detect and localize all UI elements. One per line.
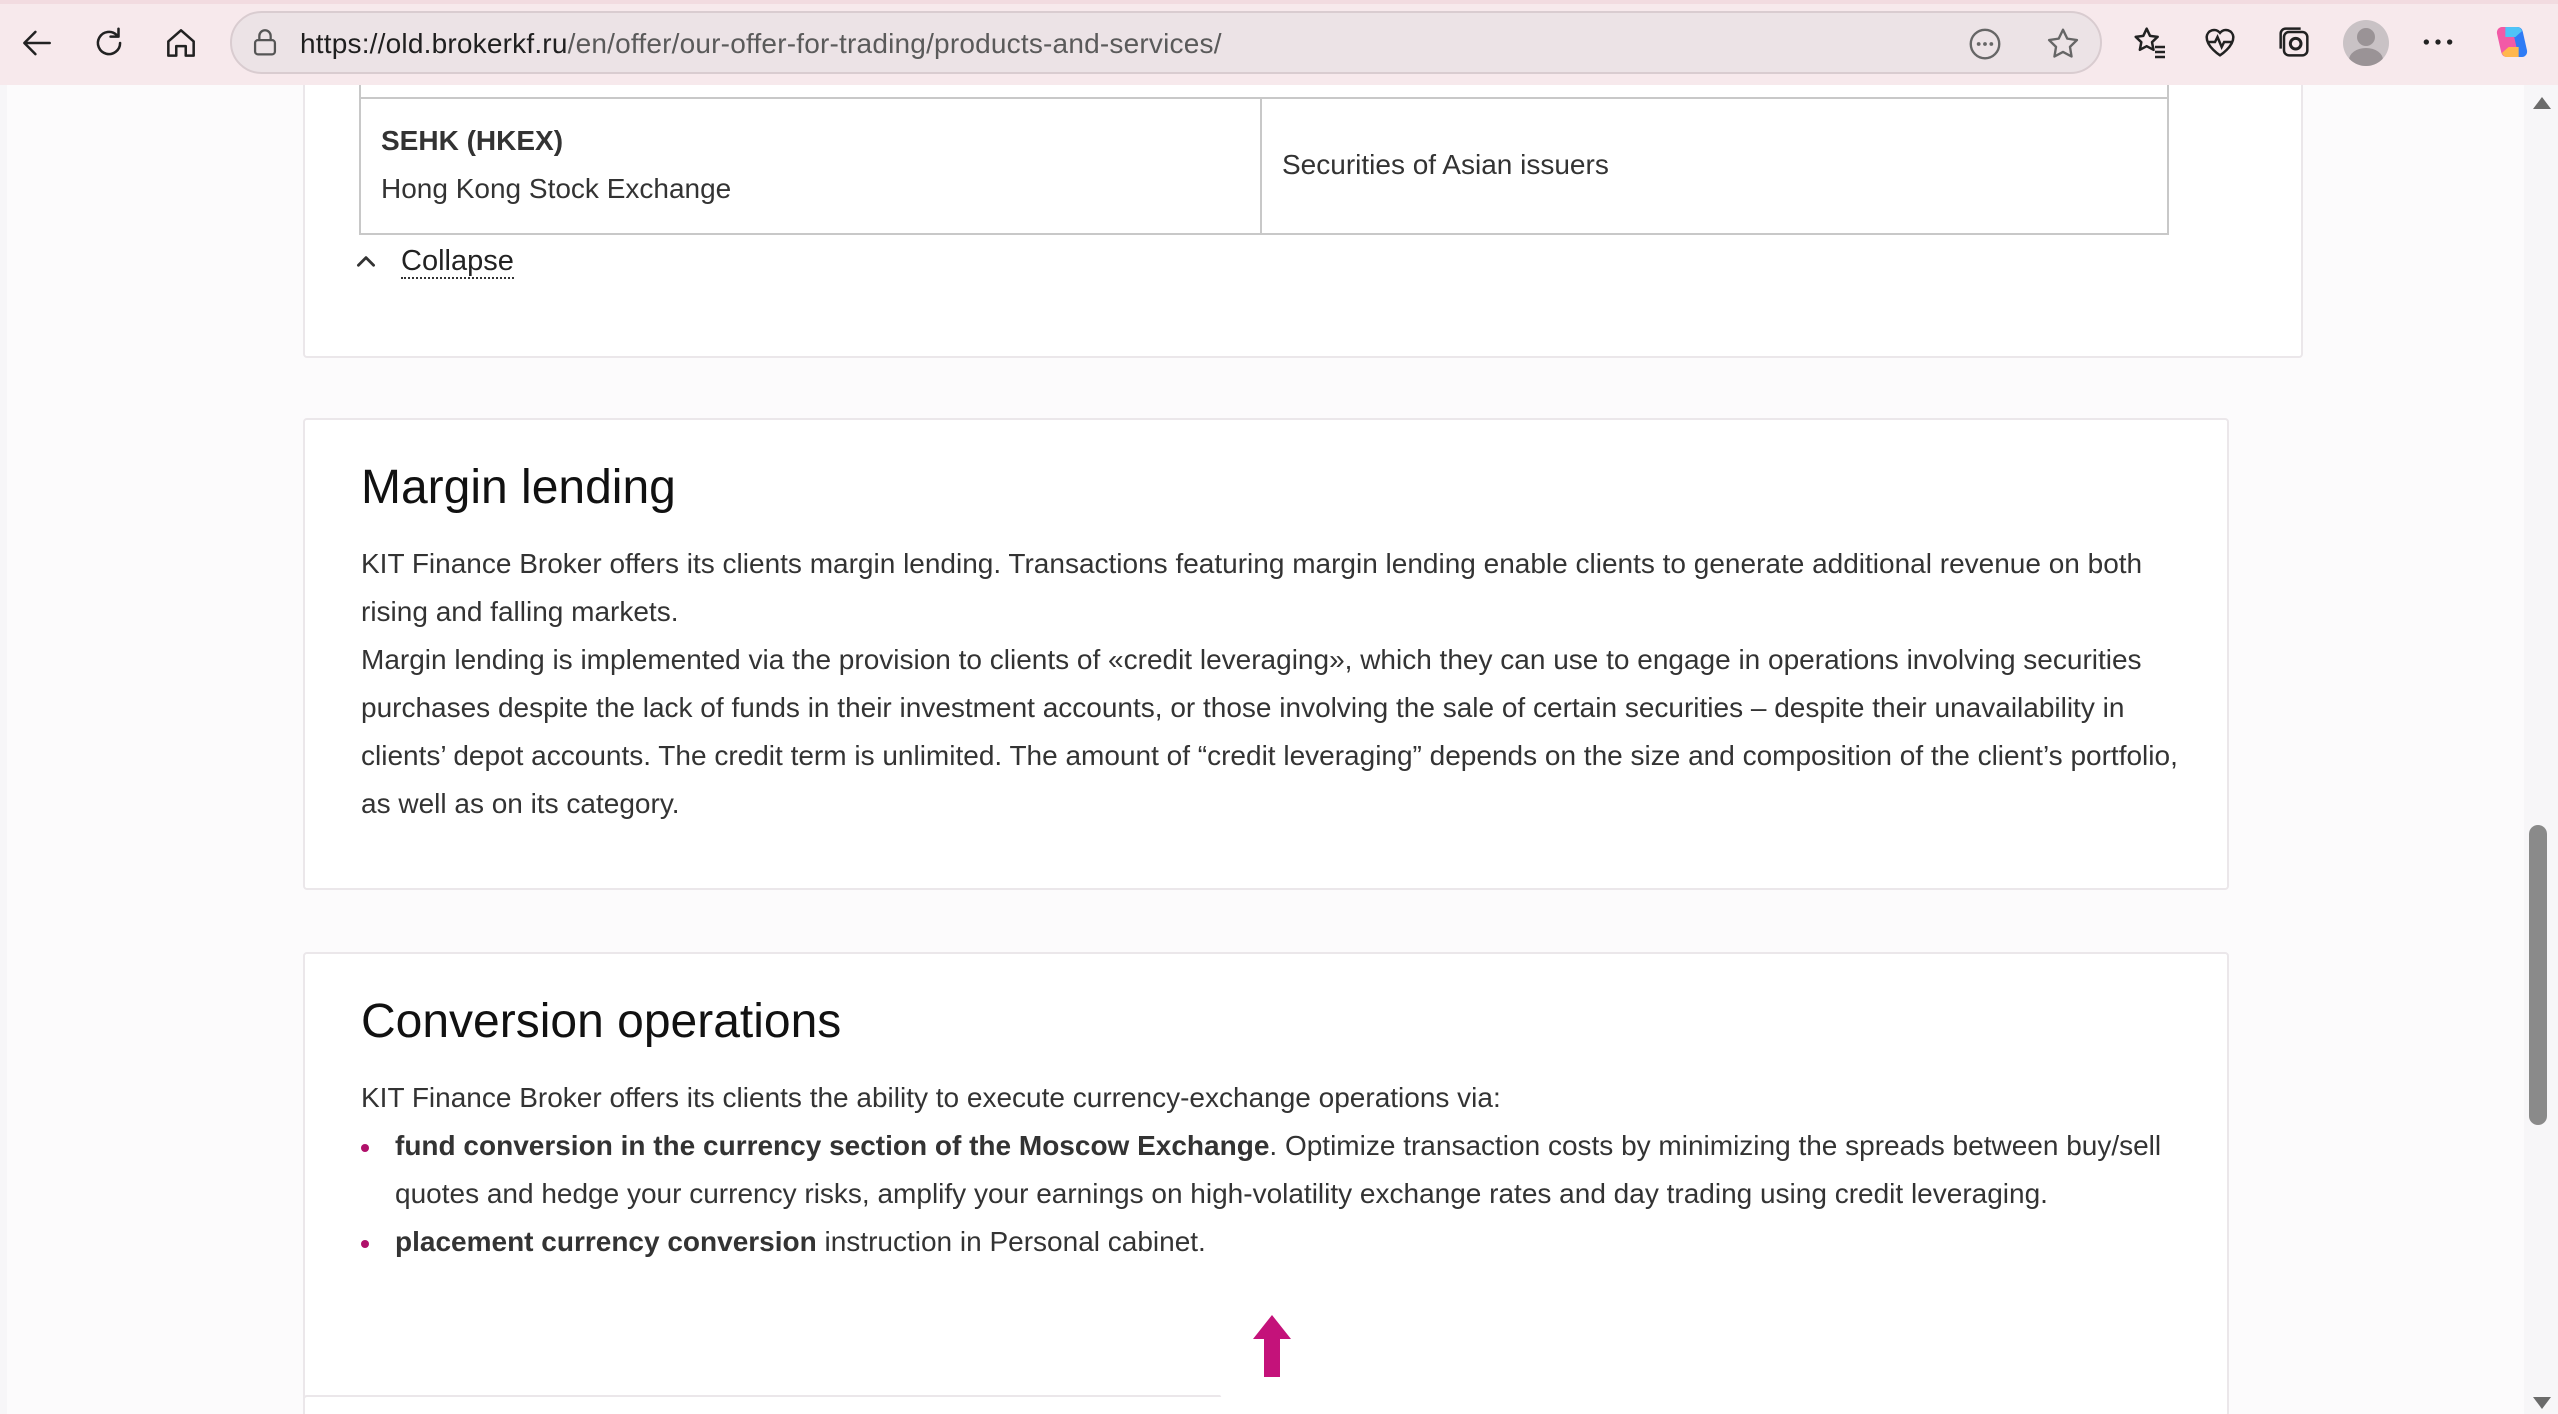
collections-icon bbox=[2279, 27, 2309, 57]
url-host: https://old.brokerkf.ru bbox=[300, 28, 568, 59]
margin-lending-paragraph-1: KIT Finance Broker offers its clients ma… bbox=[361, 548, 2143, 627]
conversion-list: fund conversion in the currency section … bbox=[361, 1122, 2181, 1266]
browser-essentials-button[interactable] bbox=[2198, 20, 2242, 64]
reading-mode-icon[interactable] bbox=[1966, 25, 2004, 63]
profile-icon bbox=[2357, 28, 2375, 46]
section-title-conversion: Conversion operations bbox=[361, 995, 842, 1048]
exchange-full-name: Hong Kong Stock Exchange bbox=[381, 173, 732, 204]
scroll-up-arrow-icon[interactable] bbox=[2533, 97, 2551, 109]
profile-icon-body bbox=[2349, 48, 2383, 66]
refresh-button[interactable] bbox=[84, 18, 134, 68]
lock-icon[interactable] bbox=[248, 26, 282, 60]
address-bar[interactable]: https://old.brokerkf.ru/en/offer/our-off… bbox=[230, 11, 2102, 74]
back-icon bbox=[23, 30, 51, 56]
next-card bbox=[303, 1395, 1256, 1414]
favorites-button[interactable] bbox=[2128, 20, 2172, 64]
copilot-icon bbox=[2496, 27, 2528, 57]
favorite-star-icon[interactable] bbox=[2044, 25, 2082, 63]
more-icon bbox=[2423, 39, 2453, 45]
scroll-down-arrow-icon[interactable] bbox=[2533, 1397, 2551, 1409]
more-button[interactable] bbox=[2416, 20, 2460, 64]
home-button[interactable] bbox=[156, 18, 206, 68]
list-item-bold[interactable]: placement currency conversion bbox=[395, 1226, 817, 1257]
scroll-thumb[interactable] bbox=[2529, 825, 2547, 1125]
favorites-icon bbox=[2134, 27, 2165, 59]
collapse-control[interactable]: Collapse bbox=[353, 245, 514, 279]
conversion-intro: KIT Finance Broker offers its clients th… bbox=[361, 1082, 1501, 1113]
margin-lending-card: Margin lending KIT Finance Broker offers… bbox=[303, 418, 2229, 890]
collections-button[interactable] bbox=[2272, 20, 2316, 64]
table-cell-exchange: SEHK (HKEX) Hong Kong Stock Exchange bbox=[359, 97, 1262, 235]
margin-lending-paragraph-2: Margin lending is implemented via the pr… bbox=[361, 644, 2178, 819]
list-item-text: instruction in Personal cabinet. bbox=[816, 1226, 1206, 1257]
tab-strip bbox=[0, 0, 2558, 4]
url-text[interactable]: https://old.brokerkf.ru/en/offer/our-off… bbox=[300, 28, 1222, 60]
exchanges-card: SEHK (HKEX) Hong Kong Stock Exchange Sec… bbox=[303, 85, 2303, 358]
exchange-name: SEHK (HKEX) bbox=[381, 125, 564, 156]
vertical-scrollbar[interactable] bbox=[2524, 85, 2558, 1414]
list-item-bold[interactable]: fund conversion in the currency section … bbox=[395, 1130, 1269, 1161]
back-button[interactable] bbox=[12, 18, 62, 68]
copilot-button[interactable] bbox=[2490, 20, 2534, 64]
profile-avatar[interactable] bbox=[2343, 20, 2389, 66]
page-viewport: SEHK (HKEX) Hong Kong Stock Exchange Sec… bbox=[7, 85, 2524, 1414]
arrow-up-icon bbox=[1253, 1315, 1291, 1377]
chevron-up-icon bbox=[357, 256, 375, 267]
browser-toolbar: https://old.brokerkf.ru/en/offer/our-off… bbox=[0, 0, 2558, 85]
list-item: placement currency conversion instructio… bbox=[361, 1218, 2181, 1266]
url-path: /en/offer/our-offer-for-trading/products… bbox=[567, 28, 1222, 59]
table-cell-instruments: Securities of Asian issuers bbox=[1260, 97, 2169, 235]
refresh-icon bbox=[96, 27, 122, 56]
collapse-link[interactable]: Collapse bbox=[401, 245, 514, 279]
home-icon bbox=[167, 29, 195, 57]
instruments-text: Securities of Asian issuers bbox=[1282, 149, 1609, 180]
list-item: fund conversion in the currency section … bbox=[361, 1122, 2181, 1218]
health-icon bbox=[2205, 28, 2235, 57]
section-title-margin-lending: Margin lending bbox=[361, 461, 676, 514]
scroll-to-top-button[interactable] bbox=[1212, 1305, 1332, 1414]
